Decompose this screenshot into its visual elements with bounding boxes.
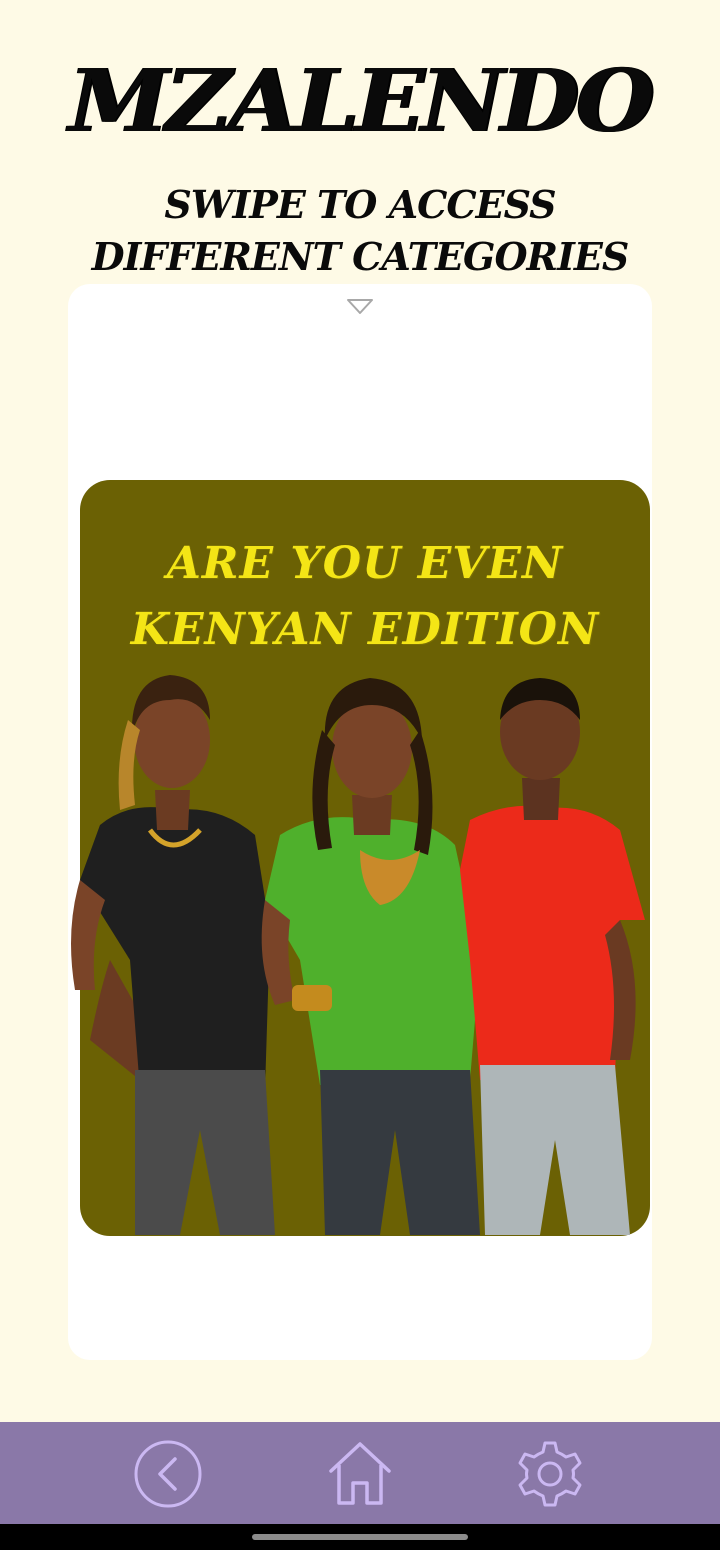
app-title: MZALENDO [68, 51, 655, 152]
poster-title-line2: KENYAN EDITION [130, 604, 600, 655]
chevron-down-icon[interactable] [346, 298, 374, 316]
swipe-instruction-line2: DIFFERENT CATEGORIES [91, 234, 630, 279]
back-icon [134, 1440, 202, 1508]
person-black-shirt [71, 675, 275, 1235]
home-indicator[interactable] [252, 1534, 468, 1540]
swipe-instruction-line1: SWIPE TO ACCESS [164, 182, 556, 227]
home-icon [329, 1442, 391, 1505]
person-green-shirt [261, 678, 480, 1235]
poster-illustration [71, 675, 645, 1235]
poster-title-line1: ARE YOU EVEN [166, 538, 564, 589]
home-button[interactable] [324, 1438, 396, 1510]
settings-icon [518, 1441, 582, 1507]
settings-button[interactable] [514, 1438, 586, 1510]
back-button[interactable] [132, 1438, 204, 1510]
person-red-shirt [460, 678, 645, 1235]
